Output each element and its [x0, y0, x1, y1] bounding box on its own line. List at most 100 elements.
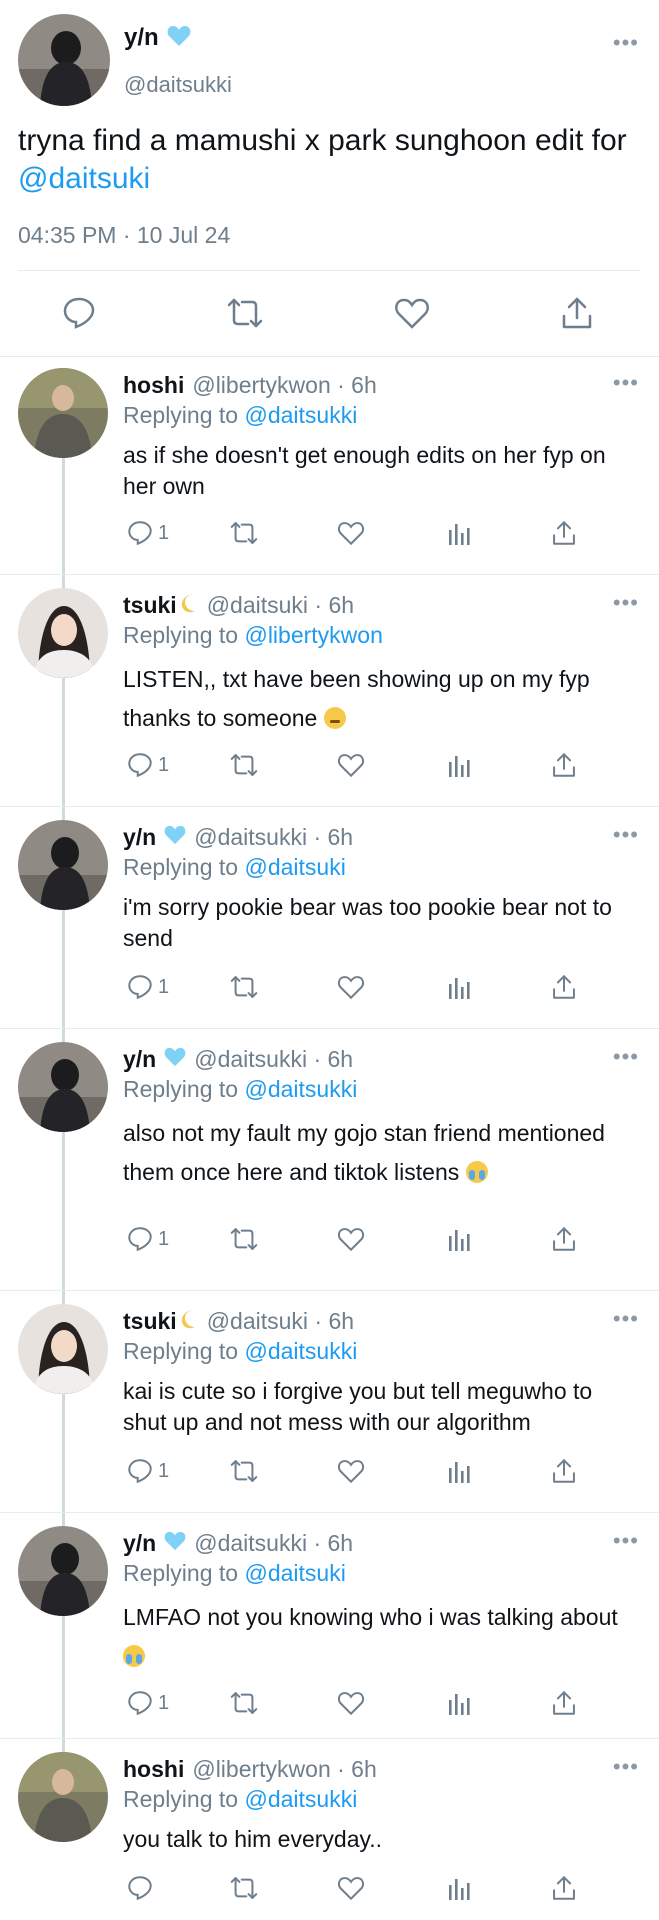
reply-handle-time[interactable]: @daitsuki · 6h: [207, 1308, 354, 1335]
stats-icon[interactable]: [447, 752, 471, 778]
replying-mention[interactable]: @daitsuki: [244, 854, 345, 880]
retweet-icon[interactable]: [229, 752, 259, 778]
reply-actions: 1: [123, 520, 593, 548]
reply-handle-time[interactable]: @daitsukki · 6h: [194, 824, 353, 851]
like-icon[interactable]: [337, 974, 365, 1000]
reply-avatar[interactable]: [18, 1042, 108, 1132]
reply-handle-time[interactable]: @libertykwon · 6h: [192, 1756, 376, 1783]
reply-avatar[interactable]: [18, 1304, 108, 1394]
reply-icon[interactable]: 1: [127, 520, 169, 546]
verified-heart-icon: [164, 1531, 186, 1556]
share-icon[interactable]: [560, 296, 594, 335]
crying-face-emoji-icon: [465, 1161, 488, 1183]
reply-avatar[interactable]: [18, 820, 108, 910]
reply-display-name[interactable]: hoshi: [123, 372, 184, 399]
replying-to: Replying to @daitsukki: [123, 1076, 357, 1103]
reply-handle-time[interactable]: @libertykwon · 6h: [192, 372, 376, 399]
main-handle[interactable]: @daitsukki: [124, 72, 232, 98]
more-dots-icon[interactable]: •••: [613, 370, 639, 396]
like-icon[interactable]: [337, 520, 365, 546]
stats-icon[interactable]: [447, 974, 471, 1000]
main-display-name[interactable]: y/n: [124, 24, 159, 52]
reply-handle-time[interactable]: @daitsuki · 6h: [207, 592, 354, 619]
reply-count: 1: [158, 521, 170, 544]
retweet-icon[interactable]: [229, 1226, 259, 1252]
more-dots-icon[interactable]: •••: [613, 1754, 639, 1780]
replying-mention[interactable]: @daitsukki: [244, 1338, 357, 1364]
reply-icon[interactable]: 1: [127, 974, 169, 1000]
retweet-icon[interactable]: [229, 520, 259, 546]
reply-icon[interactable]: 1: [127, 1690, 169, 1716]
stats-icon[interactable]: [447, 1458, 471, 1484]
share-icon[interactable]: [551, 1458, 577, 1484]
reply-icon[interactable]: 1: [127, 752, 169, 778]
reply-display-name[interactable]: y/n: [123, 1530, 156, 1557]
like-icon[interactable]: [337, 1458, 365, 1484]
reply-avatar[interactable]: [18, 588, 108, 678]
stats-icon[interactable]: [447, 520, 471, 546]
reply-icon[interactable]: [127, 1875, 158, 1901]
reply-actions: 1: [123, 752, 593, 780]
reply-display-name[interactable]: y/n: [123, 1046, 156, 1073]
moon-icon: [179, 1308, 199, 1335]
reply-avatar[interactable]: [18, 368, 108, 458]
retweet-icon[interactable]: [229, 1875, 259, 1901]
stats-icon[interactable]: [447, 1875, 471, 1901]
replying-mention[interactable]: @libertykwon: [244, 622, 382, 648]
reply-icon[interactable]: [62, 296, 96, 335]
like-icon[interactable]: [394, 296, 430, 335]
divider: [0, 1290, 659, 1291]
retweet-icon[interactable]: [229, 974, 259, 1000]
reply-text: you talk to him everyday..: [123, 1824, 623, 1855]
verified-heart-icon: [164, 825, 186, 850]
more-dots-icon[interactable]: •••: [613, 1528, 639, 1554]
share-icon[interactable]: [551, 520, 577, 546]
reply-avatar[interactable]: [18, 1752, 108, 1842]
reply-icon[interactable]: 1: [127, 1458, 169, 1484]
reply-handle-time[interactable]: @daitsukki · 6h: [194, 1046, 353, 1073]
main-tweet-text: tryna find a mamushi x park sunghoon edi…: [18, 122, 648, 198]
retweet-icon[interactable]: [226, 296, 264, 335]
like-icon[interactable]: [337, 1226, 365, 1252]
reply-icon[interactable]: 1: [127, 1226, 169, 1252]
main-avatar[interactable]: [18, 14, 110, 106]
reply-handle-time[interactable]: @daitsukki · 6h: [194, 1530, 353, 1557]
share-icon[interactable]: [551, 752, 577, 778]
reply-display-name[interactable]: y/n: [123, 824, 156, 851]
reply-display-name[interactable]: tsuki: [123, 1308, 177, 1335]
replying-label: Replying to: [123, 1338, 245, 1364]
stats-icon[interactable]: [447, 1690, 471, 1716]
like-icon[interactable]: [337, 752, 365, 778]
divider: [0, 1512, 659, 1513]
replying-to: Replying to @daitsuki: [123, 854, 346, 881]
retweet-icon[interactable]: [229, 1690, 259, 1716]
share-icon[interactable]: [551, 1690, 577, 1716]
replying-mention[interactable]: @daitsukki: [244, 1786, 357, 1812]
reply-display-name[interactable]: hoshi: [123, 1756, 184, 1783]
divider: [18, 270, 640, 271]
replying-to: Replying to @libertykwon: [123, 622, 383, 649]
stats-icon[interactable]: [447, 1226, 471, 1252]
more-dots-icon[interactable]: •••: [613, 30, 639, 56]
reply-display-name[interactable]: tsuki: [123, 592, 177, 619]
replying-mention[interactable]: @daitsukki: [244, 1076, 357, 1102]
main-tweet-mention[interactable]: @daitsuki: [18, 162, 150, 195]
like-icon[interactable]: [337, 1690, 365, 1716]
reply-body: i'm sorry pookie bear was too pookie bea…: [123, 894, 612, 951]
main-tweet-body: tryna find a mamushi x park sunghoon edi…: [18, 124, 627, 157]
replying-label: Replying to: [123, 1560, 245, 1586]
replying-mention[interactable]: @daitsukki: [244, 402, 357, 428]
share-icon[interactable]: [551, 1226, 577, 1252]
share-icon[interactable]: [551, 974, 577, 1000]
more-dots-icon[interactable]: •••: [613, 1306, 639, 1332]
replying-mention[interactable]: @daitsuki: [244, 1560, 345, 1586]
reply-avatar[interactable]: [18, 1526, 108, 1616]
more-dots-icon[interactable]: •••: [613, 590, 639, 616]
reply-count: 1: [158, 753, 170, 776]
more-dots-icon[interactable]: •••: [613, 1044, 639, 1070]
more-dots-icon[interactable]: •••: [613, 822, 639, 848]
reply-count: 1: [158, 975, 170, 998]
like-icon[interactable]: [337, 1875, 365, 1901]
retweet-icon[interactable]: [229, 1458, 259, 1484]
share-icon[interactable]: [551, 1875, 577, 1901]
